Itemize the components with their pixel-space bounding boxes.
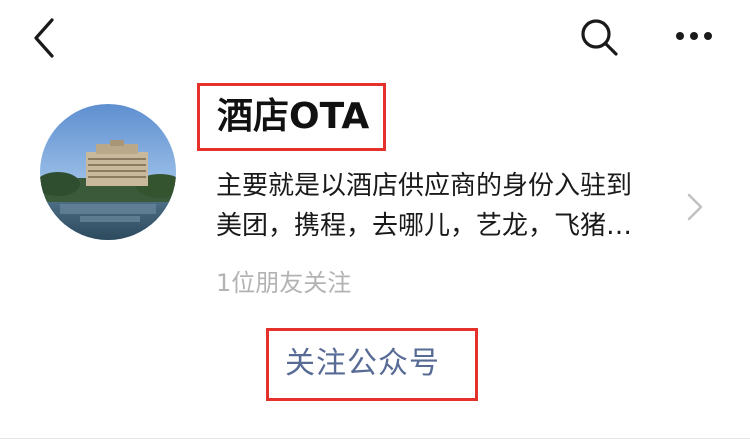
description-line-1: 主要就是以酒店供应商的身份入驻到 — [216, 171, 633, 201]
bottom-divider — [0, 438, 750, 439]
followers-count: 1位朋友关注 — [216, 269, 352, 297]
follow-account-button[interactable]: 关注公众号 — [285, 344, 465, 384]
hotel-avatar-image — [40, 104, 176, 240]
back-button[interactable] — [26, 16, 66, 60]
description-line-2: 美团，携程，去哪儿，艺龙，飞猪… — [216, 211, 633, 241]
more-horizontal-icon — [676, 32, 712, 40]
account-name: 酒店OTA — [217, 96, 370, 137]
account-avatar[interactable] — [40, 104, 176, 240]
search-icon — [581, 19, 618, 56]
account-description[interactable]: 主要就是以酒店供应商的身份入驻到 美团，携程，去哪儿，艺龙，飞猪… — [216, 166, 678, 246]
search-button[interactable] — [576, 14, 622, 60]
more-button[interactable] — [668, 14, 720, 58]
chevron-right-icon[interactable] — [684, 190, 706, 224]
chevron-left-icon — [34, 18, 54, 58]
